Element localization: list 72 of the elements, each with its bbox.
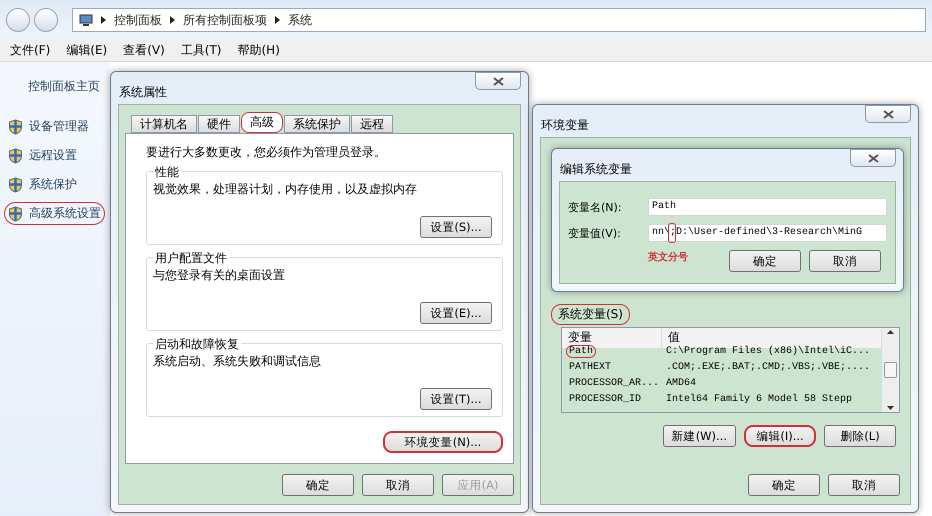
group-description: 与您登录有关的桌面设置 xyxy=(153,267,286,284)
notice-text: 要进行大多数更改，您必须作为管理员登录。 xyxy=(146,144,387,161)
scroll-up-icon[interactable] xyxy=(887,330,894,334)
table-cell-text: PROCESSOR_ID xyxy=(568,393,642,407)
shield-icon xyxy=(8,148,23,164)
menu-item[interactable]: 工具(T) xyxy=(180,42,222,59)
table-cell-text: PROCESSOR_AR... xyxy=(568,377,660,391)
breadcrumb-item[interactable]: 系统 xyxy=(288,12,312,28)
close-button[interactable] xyxy=(850,149,896,167)
breadcrumb-item[interactable]: 控制面板 xyxy=(114,12,162,28)
menu-item[interactable]: 编辑(E) xyxy=(66,42,108,59)
chevron-right-icon xyxy=(275,16,280,24)
tab[interactable]: 系统保护 xyxy=(284,115,350,133)
breadcrumb-item[interactable]: 所有控制面板项 xyxy=(183,12,267,28)
variables-list[interactable]: 变量 值 Path C:\Program Files (x86)\Intel\iC... PATHEXT .COM;.EXE;.BAT;.CMD;.VBS;.VBE;.... PROCESSOR_AR... AMD64 PROCESSOR_ID Intel64 Family 6 Model 58 Stepp xyxy=(561,327,900,413)
scrollbar[interactable] xyxy=(882,328,899,412)
table-cell-text: Intel64 Family 6 Model 58 Stepp xyxy=(665,392,854,407)
close-icon xyxy=(882,110,894,118)
close-button[interactable] xyxy=(475,72,521,90)
group-description: 视觉效果，处理器计划，内存使用，以及虚拟内存 xyxy=(153,181,418,198)
table-cell-text: AMD64 xyxy=(665,377,698,391)
window-title: 编辑系统变量 xyxy=(559,161,632,178)
address-bar[interactable]: 控制面板 所有控制面板项 系统 xyxy=(72,8,926,32)
group-title: 用户配置文件 xyxy=(153,250,229,267)
window-title: 环境变量 xyxy=(540,117,589,134)
menu-item[interactable]: 帮助(H) xyxy=(238,42,280,59)
settings-button[interactable]: 设置(S)... xyxy=(420,216,492,238)
scroll-down-icon[interactable] xyxy=(887,406,894,410)
settings-button[interactable]: 设置(E)... xyxy=(420,302,492,324)
dialog-button[interactable]: 取消 xyxy=(828,474,900,496)
section-label: 系统变量(S) xyxy=(551,304,630,325)
field-label: 变量值(V): xyxy=(568,226,622,240)
input-field[interactable]: Path xyxy=(648,198,887,216)
dialog-button[interactable]: 确定 xyxy=(729,250,801,272)
menu-item[interactable]: 查看(V) xyxy=(123,42,165,59)
tab[interactable]: 高级 xyxy=(241,112,283,133)
close-button[interactable] xyxy=(865,105,911,123)
dialog-button[interactable]: 确定 xyxy=(282,474,354,496)
dialog-button[interactable]: 取消 xyxy=(809,250,881,272)
shield-icon xyxy=(8,118,23,134)
chevron-right-icon xyxy=(170,16,175,24)
close-icon xyxy=(868,154,878,162)
dialog-button[interactable]: 取消 xyxy=(362,474,434,496)
menu-item[interactable]: 文件(F) xyxy=(10,42,50,59)
shield-icon xyxy=(8,176,23,192)
sidebar-link[interactable]: 设备管理器 xyxy=(4,115,93,138)
settings-button[interactable]: 设置(T)... xyxy=(420,388,492,410)
computer-icon xyxy=(79,14,93,26)
list-button[interactable]: 删除(L) xyxy=(824,425,896,447)
dialog-button[interactable]: 确定 xyxy=(748,474,820,496)
sidebar-link[interactable]: 控制面板主页 xyxy=(28,78,106,95)
sidebar-link[interactable]: 远程设置 xyxy=(4,144,81,167)
sidebar-link[interactable]: 系统保护 xyxy=(4,173,81,196)
window-title: 系统属性 xyxy=(118,84,167,101)
table-cell-text: .COM;.EXE;.BAT;.CMD;.VBS;.VBE;.... xyxy=(665,361,872,375)
group-description: 系统启动、系统失败和调试信息 xyxy=(153,353,322,370)
chevron-right-icon xyxy=(101,16,106,24)
field-label: 变量名(N): xyxy=(568,200,623,214)
scroll-thumb[interactable] xyxy=(884,362,897,378)
group-title: 性能 xyxy=(153,164,181,181)
annotation-text: 英文分号 xyxy=(648,250,688,264)
table-cell-text: PATHEXT xyxy=(568,361,612,375)
sidebar-link[interactable]: 高级系统设置 xyxy=(4,202,105,225)
list-button[interactable]: 新建(W)... xyxy=(662,425,736,447)
tab[interactable]: 硬件 xyxy=(198,115,240,133)
list-button[interactable]: 编辑(I)... xyxy=(744,425,816,447)
group-title: 启动和故障恢复 xyxy=(153,336,241,353)
environment-variables-button[interactable]: 环境变量(N)... xyxy=(383,431,503,453)
shield-icon xyxy=(8,206,23,222)
tab[interactable]: 远程 xyxy=(351,115,393,133)
tab[interactable]: 计算机名 xyxy=(131,115,197,133)
close-icon xyxy=(492,76,504,86)
